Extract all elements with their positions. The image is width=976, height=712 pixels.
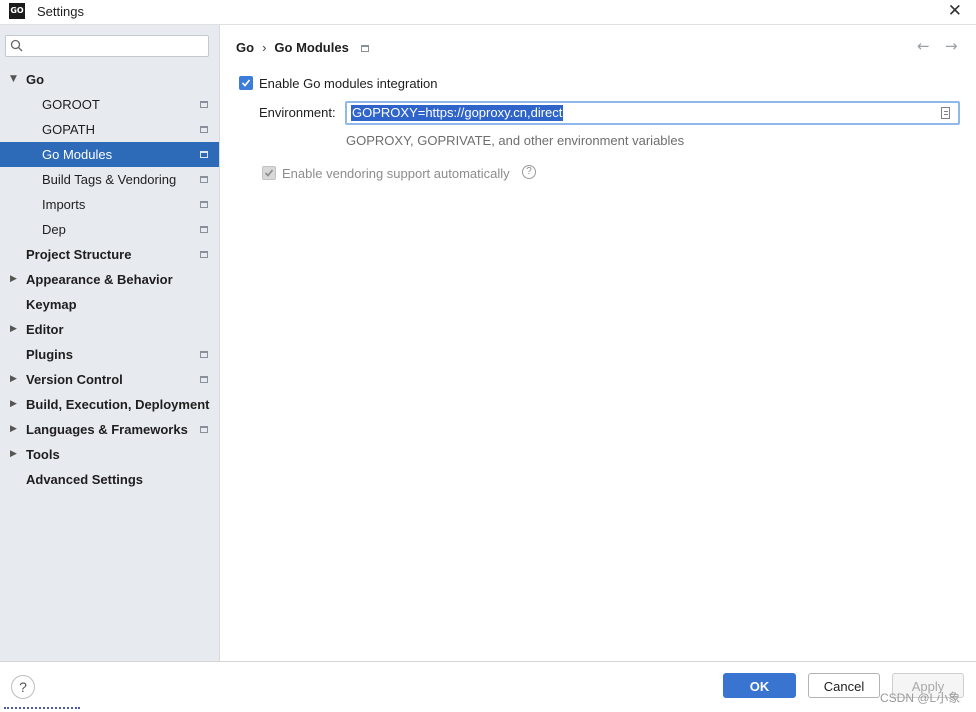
chevron-right-icon[interactable]: ▶	[10, 442, 17, 467]
project-settings-icon	[200, 426, 208, 433]
project-settings-icon	[200, 101, 208, 108]
help-icon[interactable]: ?	[522, 165, 536, 179]
sidebar-item-label: GOPATH	[42, 122, 95, 137]
goland-logo-icon: GO	[9, 3, 25, 19]
sidebar-item-go-modules[interactable]: Go Modules	[0, 142, 219, 167]
project-settings-icon	[200, 151, 208, 158]
sidebar-item-label: Build Tags & Vendoring	[42, 172, 177, 187]
back-arrow-icon[interactable]: ←	[917, 37, 930, 55]
dialog-footer: ? OK Cancel Apply CSDN @L小象	[0, 661, 976, 712]
vendoring-checkbox[interactable]	[262, 166, 276, 180]
project-settings-icon	[200, 176, 208, 183]
sidebar-item-label: Go Modules	[42, 147, 113, 162]
checkmark-icon	[241, 79, 251, 87]
checkmark-icon	[264, 169, 274, 177]
project-settings-icon	[200, 376, 208, 383]
settings-content: Go › Go Modules ← → Enable Go modules inte…	[220, 25, 976, 661]
project-settings-icon	[200, 351, 208, 358]
sidebar-item-build-tags-vendoring[interactable]: Build Tags & Vendoring	[0, 167, 219, 192]
sidebar-item-imports[interactable]: Imports	[0, 192, 219, 217]
sidebar-item-plugins[interactable]: Plugins	[0, 342, 219, 367]
cancel-button[interactable]: Cancel	[808, 673, 880, 698]
chevron-down-icon[interactable]: ▼	[10, 67, 17, 92]
title-bar: GO Settings ✕	[0, 0, 976, 25]
enable-modules-label[interactable]: Enable Go modules integration	[259, 76, 438, 91]
vendoring-label[interactable]: Enable vendoring support automatically	[282, 166, 510, 181]
sidebar-item-label: Editor	[26, 322, 64, 337]
breadcrumb-parent[interactable]: Go	[236, 40, 254, 55]
sidebar-item-label: Imports	[42, 197, 86, 212]
sidebar-item-build-execution-deployment[interactable]: ▶ Build, Execution, Deployment	[0, 392, 219, 417]
sidebar-item-project-structure[interactable]: Project Structure	[0, 242, 219, 267]
sidebar-item-label: Plugins	[26, 347, 73, 362]
sidebar-item-version-control[interactable]: ▶ Version Control	[0, 367, 219, 392]
sidebar-item-label: Project Structure	[26, 247, 132, 262]
settings-tree: ▼ Go GOROOT GOPATH Go Modules Build Tags & Ve…	[0, 67, 219, 492]
chevron-right-icon[interactable]: ▶	[10, 317, 17, 342]
project-settings-icon	[360, 45, 369, 53]
search-icon	[10, 39, 23, 52]
sidebar-item-go[interactable]: ▼ Go	[0, 67, 219, 92]
underline-decoration	[4, 704, 80, 709]
sidebar-item-goroot[interactable]: GOROOT	[0, 92, 219, 117]
sidebar-item-label: Go	[26, 72, 45, 87]
search-box[interactable]	[5, 35, 209, 57]
environment-hint: GOPROXY, GOPRIVATE, and other environmen…	[346, 133, 685, 148]
breadcrumb: Go › Go Modules	[236, 40, 369, 55]
project-settings-icon	[200, 126, 208, 133]
environment-value[interactable]: GOPROXY=https://goproxy.cn,direct	[351, 105, 564, 121]
close-icon[interactable]: ✕	[948, 1, 962, 21]
environment-label: Environment:	[259, 105, 336, 120]
project-settings-icon	[200, 251, 208, 258]
sidebar-item-label: Dep	[42, 222, 66, 237]
settings-sidebar: ▼ Go GOROOT GOPATH Go Modules Build Tags & Ve…	[0, 25, 220, 661]
sidebar-item-tools[interactable]: ▶ Tools	[0, 442, 219, 467]
sidebar-item-label: Keymap	[26, 297, 77, 312]
chevron-right-icon[interactable]: ▶	[10, 267, 17, 292]
sidebar-item-languages-frameworks[interactable]: ▶ Languages & Frameworks	[0, 417, 219, 442]
sidebar-item-editor[interactable]: ▶ Editor	[0, 317, 219, 342]
sidebar-item-label: Advanced Settings	[26, 472, 144, 487]
sidebar-item-label: Tools	[26, 447, 60, 462]
background-window-strip	[0, 707, 976, 712]
sidebar-item-dep[interactable]: Dep	[0, 217, 219, 242]
sidebar-item-label: Version Control	[26, 372, 123, 387]
project-settings-icon	[200, 201, 208, 208]
sidebar-item-advanced-settings[interactable]: Advanced Settings	[0, 467, 219, 492]
search-input[interactable]	[30, 38, 204, 56]
sidebar-item-label: Appearance & Behavior	[26, 272, 173, 287]
sidebar-item-label: GOROOT	[42, 97, 100, 112]
ok-button[interactable]: OK	[723, 673, 796, 698]
sidebar-item-label: Build, Execution, Deployment	[26, 397, 210, 412]
chevron-right-icon[interactable]: ▶	[10, 417, 17, 442]
chevron-right-icon[interactable]: ▶	[10, 392, 17, 417]
breadcrumb-separator: ›	[262, 40, 267, 55]
sidebar-item-label: Languages & Frameworks	[26, 422, 188, 437]
chevron-right-icon[interactable]: ▶	[10, 367, 17, 392]
sidebar-item-gopath[interactable]: GOPATH	[0, 117, 219, 142]
help-button[interactable]: ?	[11, 675, 35, 699]
breadcrumb-current: Go Modules	[274, 40, 349, 55]
watermark: CSDN @L小象	[880, 691, 961, 705]
environment-field[interactable]: GOPROXY=https://goproxy.cn,direct	[345, 101, 960, 125]
browse-variables-icon[interactable]	[941, 107, 950, 119]
sidebar-item-keymap[interactable]: Keymap	[0, 292, 219, 317]
enable-modules-checkbox[interactable]	[239, 76, 253, 90]
sidebar-item-appearance-behavior[interactable]: ▶ Appearance & Behavior	[0, 267, 219, 292]
window-title: Settings	[37, 4, 84, 19]
forward-arrow-icon[interactable]: →	[945, 37, 958, 55]
project-settings-icon	[200, 226, 208, 233]
